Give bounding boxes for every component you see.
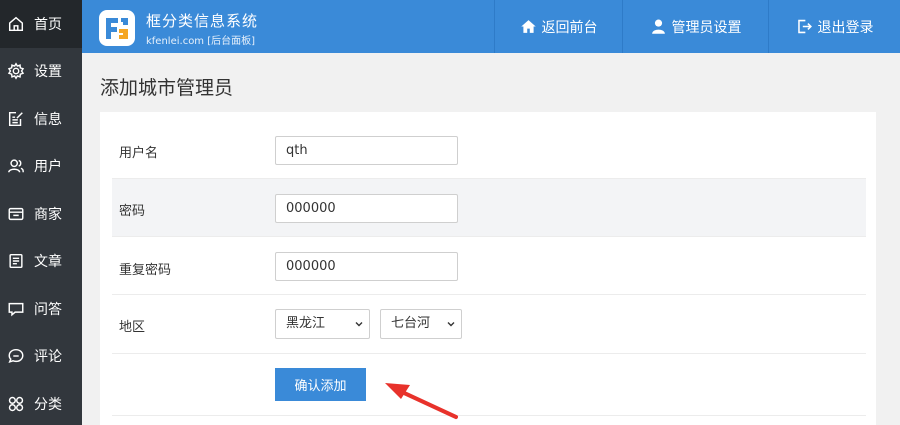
repeat-password-row: 重复密码 000000 bbox=[112, 237, 866, 295]
sidebar-item-label: 评论 bbox=[34, 349, 62, 366]
sidebar-item-label: 文章 bbox=[34, 254, 62, 271]
chat-icon bbox=[6, 299, 26, 319]
sidebar-item-label: 信息 bbox=[34, 111, 62, 128]
password-row: 密码 000000 bbox=[112, 179, 866, 237]
annotation-arrow-icon bbox=[385, 383, 458, 419]
sidebar-item-label: 商家 bbox=[34, 206, 62, 223]
sidebar: 首页 设置 信息 用户 商家 文章 问答 评论 分类 bbox=[0, 0, 82, 425]
brand-logo-icon bbox=[99, 10, 135, 46]
sidebar-item-settings[interactable]: 设置 bbox=[0, 48, 82, 96]
city-selected-value: 七台河 bbox=[391, 316, 431, 331]
sidebar-item-comments[interactable]: 评论 bbox=[0, 333, 82, 381]
sidebar-item-info[interactable]: 信息 bbox=[0, 95, 82, 143]
back-to-front-button[interactable]: 返回前台 bbox=[494, 0, 622, 53]
top-header: 框分类信息系统 kfenlei.com [后台面板] 返回前台 管理员设置 退出… bbox=[82, 0, 900, 53]
brand-subtitle: kfenlei.com [后台面板] bbox=[146, 36, 256, 47]
edit-icon bbox=[6, 109, 26, 129]
province-selected-value: 黑龙江 bbox=[286, 316, 326, 331]
logout-label: 退出登录 bbox=[817, 19, 874, 36]
repeat-password-label: 重复密码 bbox=[119, 263, 172, 278]
chevron-down-icon bbox=[447, 322, 455, 327]
gear-icon bbox=[6, 61, 26, 81]
password-label: 密码 bbox=[119, 204, 146, 219]
sidebar-item-categories[interactable]: 分类 bbox=[0, 380, 82, 425]
chevron-down-icon bbox=[355, 322, 363, 327]
username-input[interactable]: qth bbox=[275, 136, 458, 165]
logout-button[interactable]: 退出登录 bbox=[768, 0, 900, 53]
sidebar-item-users[interactable]: 用户 bbox=[0, 143, 82, 191]
confirm-add-button[interactable]: 确认添加 bbox=[275, 368, 366, 401]
region-row: 地区 黑龙江 七台河 bbox=[112, 295, 866, 354]
logout-icon bbox=[797, 19, 812, 34]
sidebar-item-label: 首页 bbox=[34, 16, 62, 33]
users-icon bbox=[6, 156, 26, 176]
home-icon bbox=[520, 20, 536, 33]
username-row: 用户名 qth bbox=[112, 112, 866, 179]
region-label: 地区 bbox=[119, 320, 146, 335]
sidebar-item-shops[interactable]: 商家 bbox=[0, 190, 82, 238]
province-select[interactable]: 黑龙江 bbox=[275, 309, 370, 339]
sidebar-item-label: 用户 bbox=[34, 159, 62, 176]
city-select[interactable]: 七台河 bbox=[380, 309, 462, 339]
sidebar-item-label: 问答 bbox=[34, 301, 62, 318]
home-icon bbox=[6, 14, 26, 34]
brand-title: 框分类信息系统 bbox=[146, 12, 259, 30]
sidebar-item-qa[interactable]: 问答 bbox=[0, 285, 82, 333]
category-icon bbox=[6, 394, 26, 414]
submit-row bbox=[112, 354, 866, 416]
admin-settings-label: 管理员设置 bbox=[671, 19, 742, 36]
username-label: 用户名 bbox=[119, 146, 159, 161]
repeat-password-input[interactable]: 000000 bbox=[275, 252, 458, 281]
user-icon bbox=[651, 19, 665, 34]
password-input[interactable]: 000000 bbox=[275, 194, 458, 223]
sidebar-item-label: 设置 bbox=[34, 64, 62, 81]
back-to-front-label: 返回前台 bbox=[541, 19, 598, 36]
comment-icon bbox=[6, 346, 26, 366]
sidebar-item-home[interactable]: 首页 bbox=[0, 0, 82, 48]
sidebar-item-label: 分类 bbox=[34, 396, 62, 413]
sidebar-item-articles[interactable]: 文章 bbox=[0, 238, 82, 286]
admin-settings-button[interactable]: 管理员设置 bbox=[622, 0, 768, 53]
add-admin-form: 用户名 qth 密码 000000 重复密码 000000 地区 黑龙江 七台河… bbox=[100, 112, 876, 425]
document-icon bbox=[6, 251, 26, 271]
shop-icon bbox=[6, 204, 26, 224]
page-title: 添加城市管理员 bbox=[100, 77, 234, 99]
